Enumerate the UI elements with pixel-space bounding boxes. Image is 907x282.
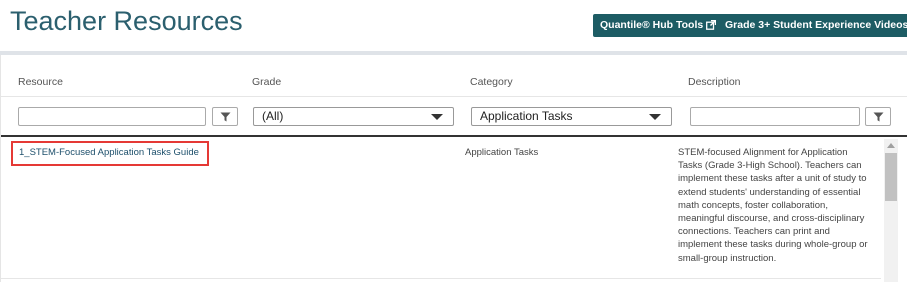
student-experience-videos-label: Grade 3+ Student Experience Videos xyxy=(725,19,907,31)
description-filter-input[interactable] xyxy=(690,107,860,126)
description-line: small-group instruction. xyxy=(678,252,777,264)
column-header-description[interactable]: Description xyxy=(688,76,741,88)
chevron-down-icon xyxy=(431,114,443,120)
row-separator xyxy=(1,278,881,279)
description-line: implement these tasks during whole-group… xyxy=(678,239,868,251)
category-cell: Application Tasks xyxy=(465,147,539,158)
description-line: meaningful discourse, and cross-discipli… xyxy=(678,213,865,225)
description-line: math concepts, foster collaboration, xyxy=(678,199,828,211)
filter-icon xyxy=(220,112,231,122)
external-link-icon xyxy=(706,16,717,39)
student-experience-videos-button[interactable]: Grade 3+ Student Experience Videos xyxy=(718,14,907,37)
column-header-grade[interactable]: Grade xyxy=(252,76,281,88)
quantile-hub-tools-label: Quantile® Hub Tools xyxy=(600,19,704,31)
category-filter-dropdown[interactable]: Application Tasks xyxy=(471,107,672,126)
scrollbar-thumb[interactable] xyxy=(885,153,897,201)
column-header-resource[interactable]: Resource xyxy=(18,76,63,88)
filter-icon xyxy=(873,112,884,122)
description-filter-button[interactable] xyxy=(865,107,891,126)
description-line: connections. Teachers can print and xyxy=(678,226,830,238)
description-line: Tasks (Grade 3-High School). Teachers ca… xyxy=(678,160,862,172)
grade-filter-value: (All) xyxy=(262,109,284,123)
highlight-box xyxy=(11,141,209,166)
description-cell: STEM-focused Alignment for Application T… xyxy=(678,146,883,265)
resource-filter-button[interactable] xyxy=(212,107,238,126)
page-header: Teacher Resources Quantile® Hub Tools Gr… xyxy=(0,0,907,54)
scroll-up-arrow-icon[interactable] xyxy=(887,143,895,148)
resources-grid: Resource Grade Category Description (All… xyxy=(0,55,907,282)
column-header-category[interactable]: Category xyxy=(470,76,513,88)
description-line: STEM-focused Alignment for Application xyxy=(678,147,848,158)
description-line: implement these tasks after a unit of st… xyxy=(678,173,867,185)
page-title: Teacher Resources xyxy=(10,6,243,36)
chevron-down-icon xyxy=(649,114,661,120)
resource-filter-input[interactable] xyxy=(18,107,206,126)
row-separator xyxy=(1,135,907,137)
grade-filter-dropdown[interactable]: (All) xyxy=(253,107,454,126)
category-filter-value: Application Tasks xyxy=(480,109,573,123)
description-line: extend students' understanding of essent… xyxy=(678,186,861,198)
header-separator xyxy=(1,96,907,97)
quantile-hub-tools-button[interactable]: Quantile® Hub Tools xyxy=(593,14,724,39)
